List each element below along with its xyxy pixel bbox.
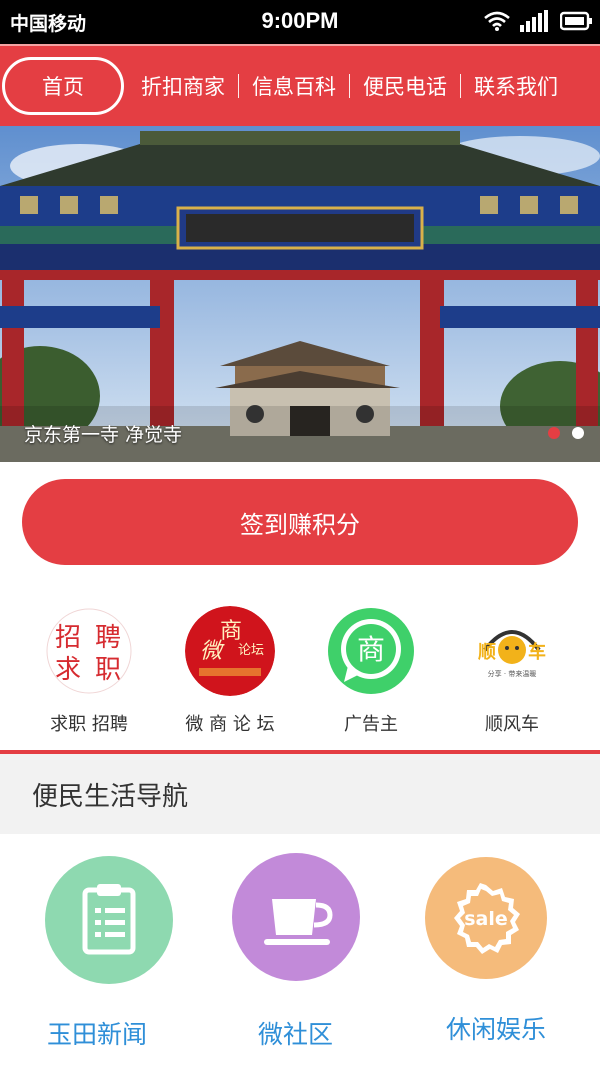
forum-icon-char: 商 <box>220 619 242 644</box>
forum-icon: 微 商 论坛 <box>185 606 275 696</box>
quick-link-label: 求职 招聘 <box>50 714 128 735</box>
job-icon: 招 聘 求 职 <box>44 606 134 696</box>
life-nav-item-leisure[interactable]: sale <box>425 857 547 979</box>
nav-divider <box>238 74 239 98</box>
nav-tab-home[interactable]: 首页 <box>2 57 124 115</box>
carpool-icon-char: 车 <box>528 641 546 663</box>
merchant-icon-char: 商 <box>357 633 385 666</box>
signal-icon <box>520 10 548 32</box>
nav-divider <box>460 74 461 98</box>
life-nav-label: 微社区 <box>258 1020 334 1049</box>
carousel-dot[interactable] <box>572 427 584 439</box>
quick-link-label: 顺风车 <box>485 714 539 735</box>
job-icon-char: 招 <box>55 623 81 653</box>
clipboard-icon <box>45 856 173 984</box>
quick-link-label: 微 商 论 坛 <box>185 714 275 735</box>
status-icons <box>484 10 592 32</box>
forum-icon-char: 论坛 <box>238 643 264 658</box>
merchant-icon: 商 <box>326 606 416 696</box>
quick-link-forum[interactable]: 微 商 论坛 微 商 论 坛 <box>155 600 305 736</box>
carpool-icon-char: 顺 <box>478 642 496 663</box>
banner-caption: 京东第一寺 净觉寺 <box>24 424 183 446</box>
top-nav: 首页 折扣商家 信息百科 便民电话 联系我们 <box>0 44 600 126</box>
status-bar: 中国移动 9:00PM <box>0 0 600 44</box>
wifi-icon <box>484 11 510 31</box>
quick-link-label: 广告主 <box>344 714 398 735</box>
sale-badge-icon: sale <box>425 857 547 979</box>
carpool-icon-tagline: 分享 · 带来温暖 <box>488 669 537 678</box>
job-icon-char: 聘 <box>95 623 121 653</box>
banner-carousel[interactable] <box>0 126 600 462</box>
section-title: 便民生活导航 <box>32 782 189 812</box>
carpool-icon: 顺 车 分享 · 带来温暖 <box>467 606 557 696</box>
life-nav-label: 玉田新闻 <box>47 1020 148 1049</box>
quick-link-jobs[interactable]: 招 聘 求 职 求职 招聘 <box>14 600 164 736</box>
life-nav-label: 休闲娱乐 <box>446 1015 547 1044</box>
job-icon-char: 求 <box>55 655 81 685</box>
life-nav-item-news[interactable] <box>45 856 173 984</box>
battery-icon <box>560 11 592 31</box>
nav-tab-contact-us[interactable]: 联系我们 <box>461 71 571 101</box>
nav-divider <box>349 74 350 98</box>
sale-badge-text: sale <box>464 908 508 930</box>
nav-tab-service-phones[interactable]: 便民电话 <box>350 71 460 101</box>
nav-tab-info-encyclopedia[interactable]: 信息百科 <box>239 71 349 101</box>
job-icon-char: 职 <box>95 655 121 685</box>
life-nav-item-community[interactable] <box>232 853 360 981</box>
carousel-indicator <box>548 427 584 439</box>
nav-tab-discount-merchants[interactable]: 折扣商家 <box>128 71 238 101</box>
quick-link-carpool[interactable]: 顺 车 分享 · 带来温暖 顺风车 <box>437 600 587 736</box>
coffee-cup-icon <box>232 853 360 981</box>
carousel-dot-active[interactable] <box>548 427 560 439</box>
life-nav-header: 便民生活导航 <box>0 754 600 834</box>
banner-image <box>0 126 600 462</box>
checkin-button[interactable]: 签到赚积分 <box>22 479 578 565</box>
quick-link-advertiser[interactable]: 商 广告主 <box>296 600 446 736</box>
nav-tabs: 折扣商家 信息百科 便民电话 联系我们 <box>128 46 571 126</box>
quick-links: 招 聘 求 职 求职 招聘 微 商 论坛 微 商 论 坛 商 广告主 顺 车 分… <box>0 600 600 740</box>
